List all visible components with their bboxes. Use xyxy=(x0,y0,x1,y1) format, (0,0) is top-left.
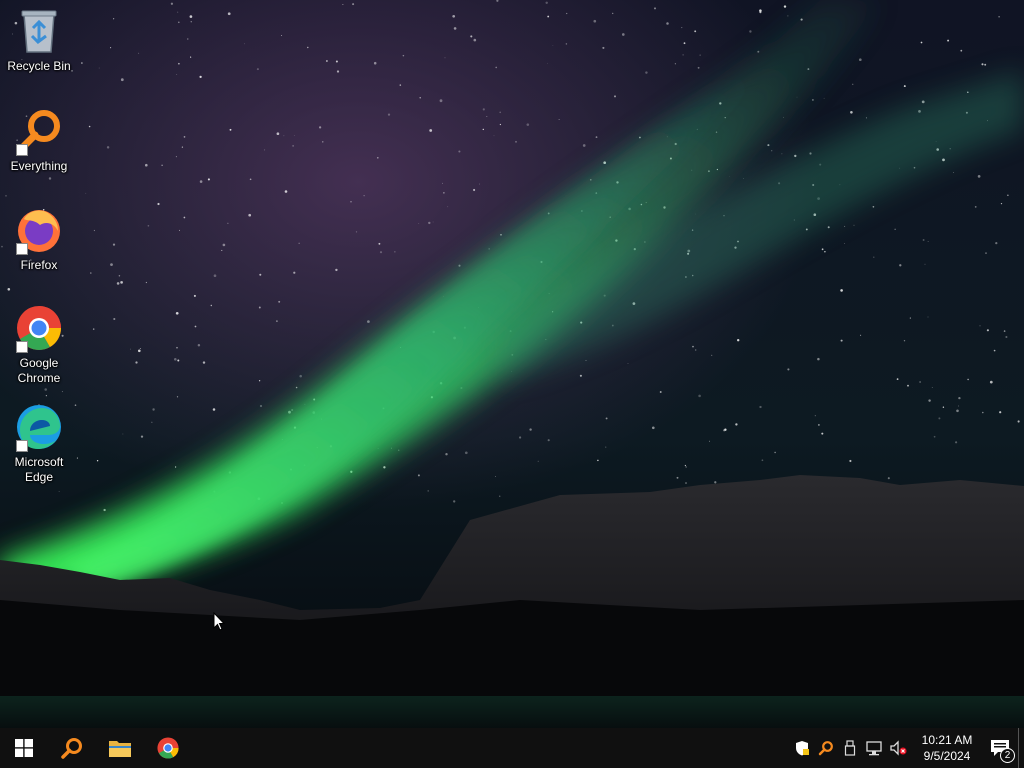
system-tray: 10:21 AM 9/5/2024 2 xyxy=(790,728,1024,768)
notification-count-badge: 2 xyxy=(1000,748,1015,763)
recycle-bin-icon xyxy=(14,6,64,56)
network-icon[interactable] xyxy=(862,728,886,768)
shortcut-arrow-icon xyxy=(16,341,28,353)
firefox-icon xyxy=(14,205,64,255)
volume-muted-icon[interactable] xyxy=(886,728,910,768)
edge-icon xyxy=(14,402,64,452)
desktop-icon-label: Recycle Bin xyxy=(7,59,71,73)
action-center-button[interactable]: 2 xyxy=(982,728,1018,768)
desktop-icon-chrome[interactable]: Google Chrome xyxy=(4,303,74,386)
taskbar-clock[interactable]: 10:21 AM 9/5/2024 xyxy=(916,728,978,768)
security-shield-icon[interactable] xyxy=(790,728,814,768)
shortcut-arrow-icon xyxy=(16,144,28,156)
mouse-pointer-icon xyxy=(213,611,226,636)
taskbar-file-explorer-button[interactable] xyxy=(96,728,144,768)
start-button[interactable] xyxy=(0,728,48,768)
taskbar: 10:21 AM 9/5/2024 2 xyxy=(0,728,1024,768)
desktop-icon-edge[interactable]: Microsoft Edge xyxy=(4,402,74,485)
everything-search-icon[interactable] xyxy=(814,728,838,768)
desktop-icon-label: Google Chrome xyxy=(17,356,61,385)
desktop-icon-label: Everything xyxy=(10,159,68,173)
folder-icon xyxy=(109,741,131,757)
desktop-icon-firefox[interactable]: Firefox xyxy=(4,205,74,273)
chrome-icon xyxy=(157,737,179,759)
chrome-icon xyxy=(14,303,64,353)
desktop-icon-label: Firefox xyxy=(20,258,58,272)
taskbar-everything-button[interactable] xyxy=(48,728,96,768)
clock-date: 9/5/2024 xyxy=(923,749,971,763)
shortcut-arrow-icon xyxy=(16,440,28,452)
shortcut-arrow-icon xyxy=(16,243,28,255)
clock-time: 10:21 AM xyxy=(921,733,973,747)
taskbar-chrome-button[interactable] xyxy=(144,728,192,768)
show-desktop-button[interactable] xyxy=(1018,728,1024,768)
everything-search-icon xyxy=(61,738,82,759)
desktop-icon-everything[interactable]: Everything xyxy=(4,106,74,174)
desktop-wallpaper xyxy=(0,0,1024,728)
desktop-icon-label: Microsoft Edge xyxy=(14,455,64,484)
desktop-icon-recycle-bin[interactable]: Recycle Bin xyxy=(4,6,74,74)
everything-search-icon xyxy=(14,106,64,156)
usb-device-icon[interactable] xyxy=(838,728,862,768)
windows-logo-icon xyxy=(15,739,33,757)
